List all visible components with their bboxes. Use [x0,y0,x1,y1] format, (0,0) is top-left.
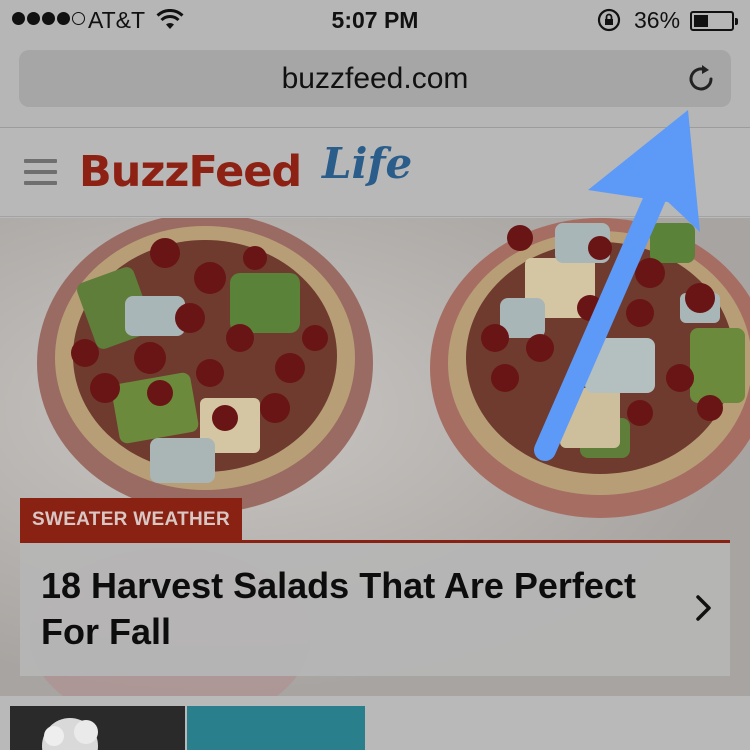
buzzfeed-logo[interactable]: BuzzFeed [79,147,302,197]
battery-percent: 36% [634,7,681,33]
category-tag[interactable]: SWEATER WEATHER [20,498,243,542]
browser-toolbar: buzzfeed.com [0,40,750,128]
status-bar: AT&T 5:07 PM 36% [0,0,750,40]
url-text[interactable]: buzzfeed.com [19,50,731,107]
reload-icon[interactable] [685,63,717,95]
life-section-logo[interactable]: Life [322,139,412,188]
rotation-lock-icon [597,8,621,32]
article-thumbnail[interactable] [10,706,185,750]
headline-card[interactable]: 18 Harvest Salads That Are Perfect For F… [20,543,730,676]
site-header: BuzzFeed Life [0,129,750,217]
hero-article[interactable]: SWEATER WEATHER 18 Harvest Salads That A… [0,218,750,696]
chevron-right-icon[interactable] [694,593,714,623]
article-headline[interactable]: 18 Harvest Salads That Are Perfect For F… [41,563,641,655]
hamburger-menu-icon[interactable] [24,159,57,185]
article-list-preview [0,696,750,750]
battery-icon [690,11,738,31]
article-thumbnail[interactable] [187,706,365,750]
address-bar[interactable]: buzzfeed.com [19,50,731,107]
